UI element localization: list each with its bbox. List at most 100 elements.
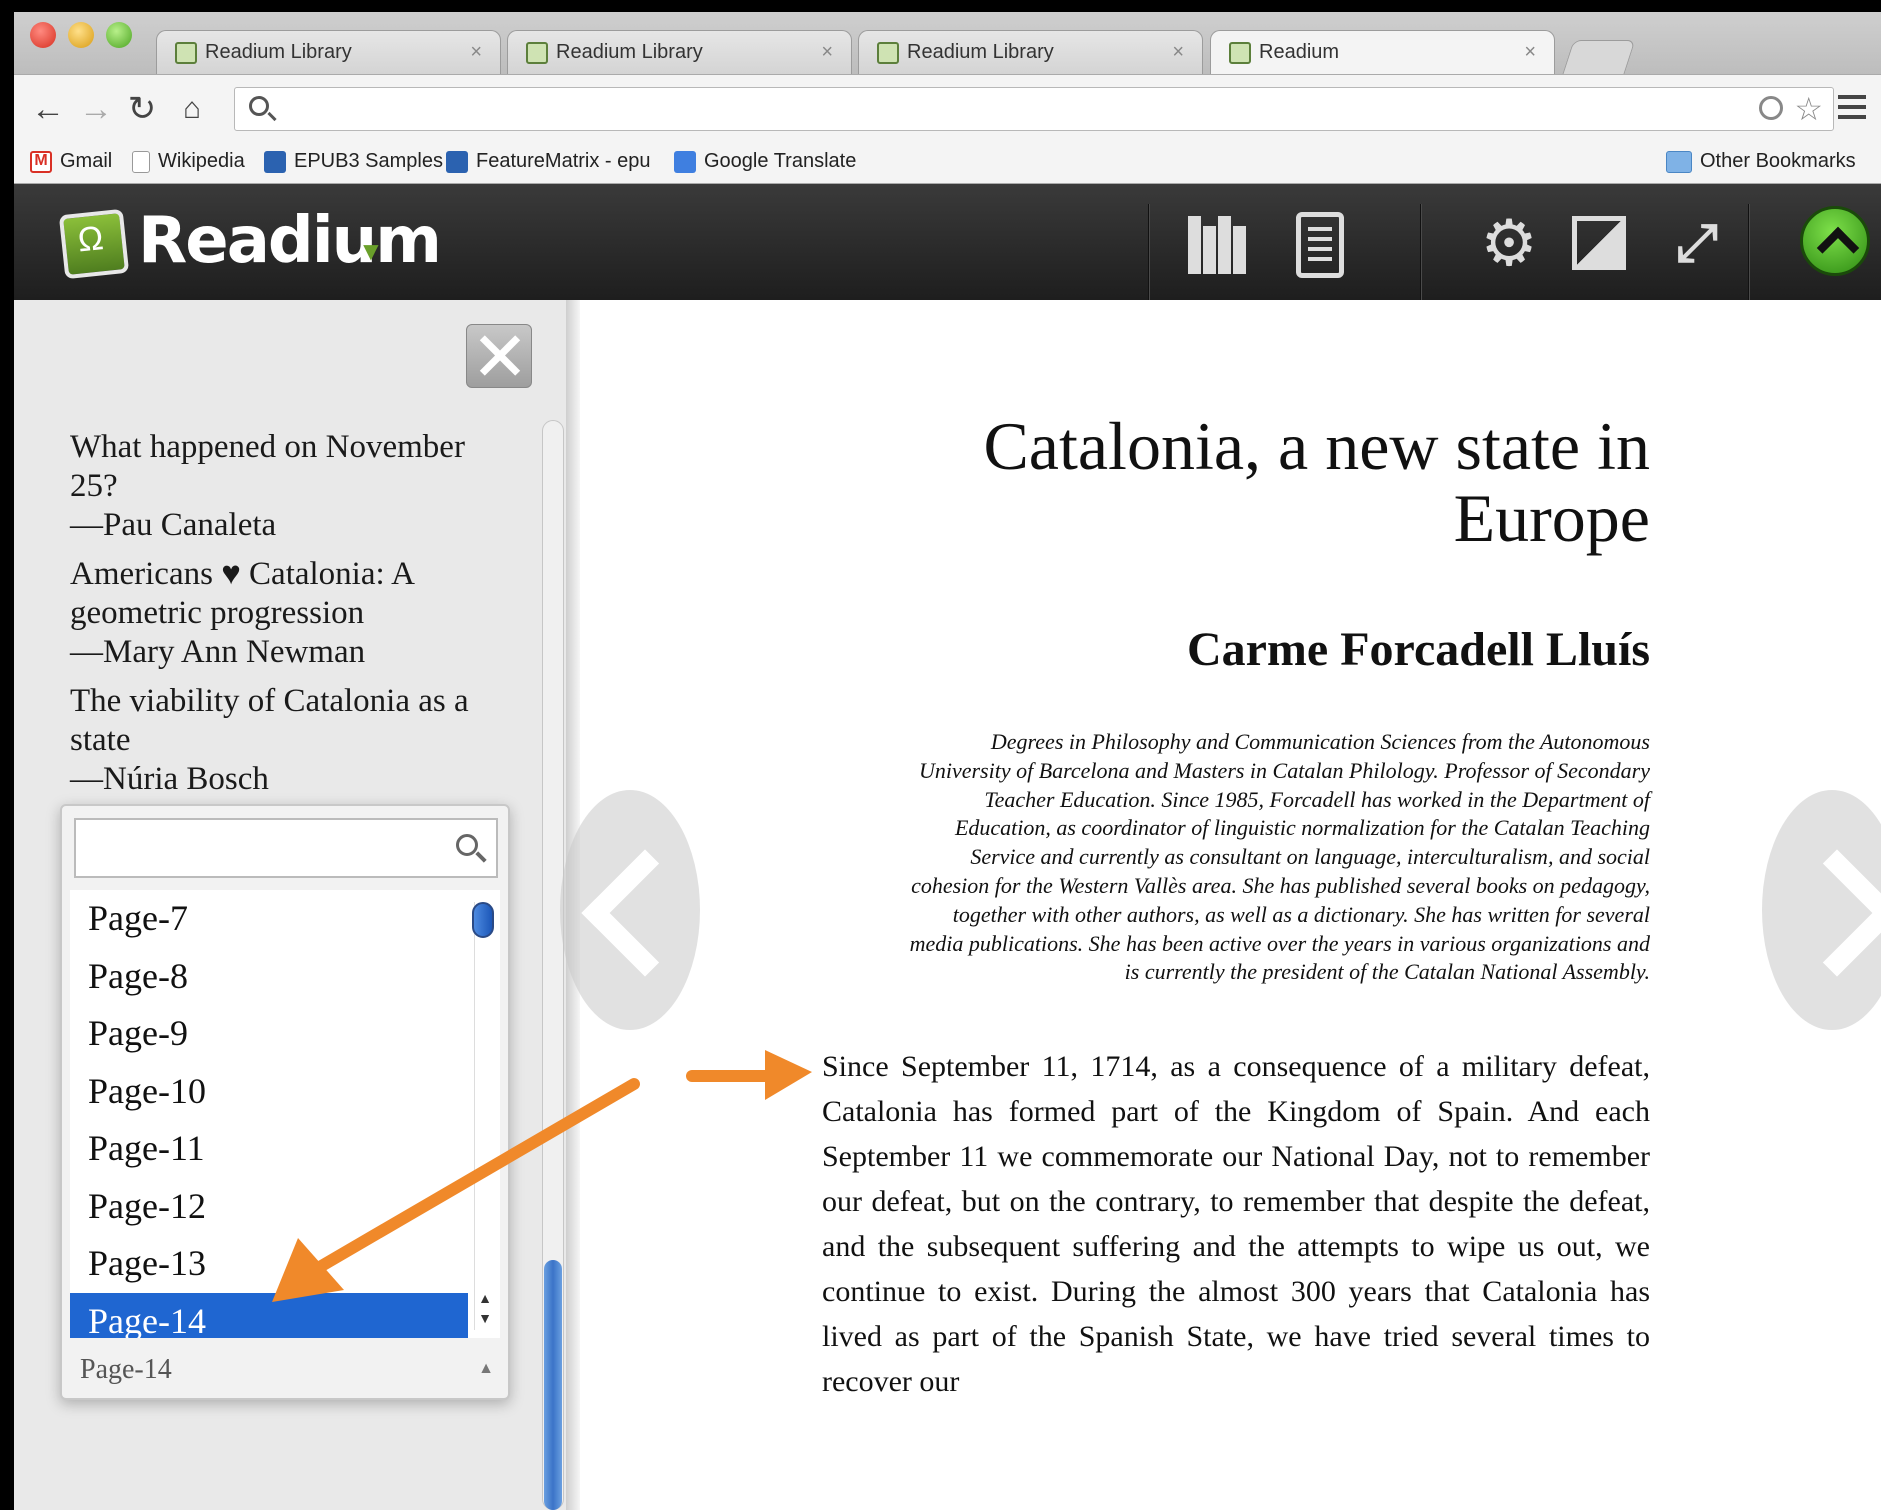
new-tab-button[interactable]	[1562, 40, 1636, 74]
reload-icon[interactable]: ↻	[122, 89, 162, 129]
browser-tab-1[interactable]: Readium Library ×	[156, 30, 501, 74]
folder-icon	[1666, 150, 1692, 173]
readium-favicon	[175, 41, 197, 64]
page-option[interactable]: Page-11	[70, 1120, 468, 1178]
readium-favicon	[877, 41, 899, 64]
page-option[interactable]: Page-10	[70, 1063, 468, 1121]
bookmark-gmail[interactable]: M Gmail	[30, 150, 112, 173]
toc-item-author: —Mary Ann Newman	[70, 634, 366, 670]
previous-page-button[interactable]	[560, 790, 700, 1030]
library-icon[interactable]	[1188, 212, 1250, 274]
bookmark-epub3-samples[interactable]: EPUB3 Samples	[264, 150, 443, 173]
readium-favicon	[526, 41, 548, 64]
chapter-body-text: Since September 11, 1714, as a consequen…	[822, 1050, 1650, 1398]
search-icon	[456, 834, 478, 856]
contrast-icon[interactable]	[1572, 216, 1626, 270]
tab-title: Readium Library	[907, 41, 1054, 63]
home-icon[interactable]: ⌂	[172, 89, 212, 129]
tab-close-icon[interactable]: ×	[470, 41, 482, 64]
other-bookmarks[interactable]: Other Bookmarks	[1666, 150, 1856, 173]
back-arrow-icon[interactable]: ←	[28, 89, 68, 129]
table-of-contents-icon[interactable]	[1296, 212, 1344, 278]
page-option[interactable]: Page-12	[70, 1178, 468, 1236]
next-page-button[interactable]	[1762, 790, 1881, 1030]
reading-pane: Catalonia, a new state in Europe Carme F…	[560, 300, 1881, 1510]
search-icon	[249, 96, 269, 116]
toc-item-title[interactable]: The viability of Catalonia as a state	[70, 683, 469, 758]
bookmark-google-translate[interactable]: Google Translate	[674, 150, 856, 173]
window-close-button[interactable]	[30, 22, 56, 48]
forward-arrow-icon[interactable]: →	[76, 89, 116, 129]
toc-list: What happened on November 25? —Pau Canal…	[70, 428, 510, 809]
toc-item-author: —Pau Canaleta	[70, 507, 277, 543]
browser-menu-icon[interactable]	[1838, 95, 1866, 119]
app-name: Readium	[138, 204, 442, 278]
house-icon	[264, 150, 286, 173]
toc-item-title[interactable]: What happened on November 25?	[70, 429, 465, 504]
bookmark-label: Gmail	[60, 150, 113, 172]
readium-logo-icon	[58, 208, 130, 280]
browser-tab-2[interactable]: Readium Library ×	[507, 30, 852, 74]
chapter-author: Carme Forcadell Lluís	[1186, 623, 1650, 676]
tab-title: Readium	[1259, 41, 1340, 63]
page-list-scrollbar-thumb[interactable]	[472, 902, 494, 938]
page-options-list: Page-7 Page-8 Page-9 Page-10 Page-11 Pag…	[70, 890, 500, 1338]
readium-favicon	[1229, 41, 1251, 64]
tab-title: Readium Library	[556, 41, 703, 63]
page-option[interactable]: Page-7	[70, 890, 468, 948]
window-zoom-button[interactable]	[106, 22, 132, 48]
tab-title: Readium Library	[205, 41, 352, 63]
sidebar-scrollbar-thumb[interactable]	[544, 1260, 562, 1510]
toc-item-author: —Núria Bosch	[70, 761, 269, 797]
page-search-input[interactable]	[76, 820, 436, 874]
bookmarks-bar: M Gmail Wikipedia EPUB3 Samples FeatureM…	[14, 144, 1881, 184]
scroll-up-icon[interactable]	[1800, 206, 1870, 276]
window-minimize-button[interactable]	[68, 22, 94, 48]
toolbar-divider	[1748, 204, 1750, 300]
chapter-title-line: Europe	[1453, 480, 1650, 556]
zoom-icon[interactable]	[1759, 96, 1783, 120]
toc-item[interactable]: Americans ♥ Catalonia: A geometric progr…	[70, 555, 510, 672]
page-option-selected[interactable]: Page-14	[70, 1292, 468, 1338]
chevron-up-icon[interactable]: ▲	[478, 1360, 494, 1378]
scroll-down-arrow-icon[interactable]: ▼	[478, 1310, 492, 1326]
bookmark-label: Wikipedia	[158, 150, 245, 172]
chapter-title: Catalonia, a new state in Europe	[910, 410, 1650, 554]
page-list-scrollbar-track[interactable]	[474, 902, 492, 1330]
toc-item[interactable]: The viability of Catalonia as a state —N…	[70, 682, 510, 799]
page-icon	[132, 150, 150, 173]
translate-icon	[674, 150, 696, 173]
tab-close-icon[interactable]: ×	[1172, 41, 1184, 64]
scroll-up-arrow-icon[interactable]: ▲	[478, 1290, 492, 1306]
toolbar-divider	[1148, 204, 1150, 300]
page-select-current-value[interactable]: Page-14	[80, 1354, 172, 1386]
toc-item[interactable]: What happened on November 25? —Pau Canal…	[70, 428, 510, 545]
chapter-title-line: Catalonia, a new state in	[983, 408, 1650, 484]
page-option[interactable]: Page-13	[70, 1235, 468, 1293]
close-sidebar-icon[interactable]	[466, 324, 532, 388]
app-menu-caret-icon[interactable]: ▼	[358, 236, 384, 267]
browser-tab-3[interactable]: Readium Library ×	[858, 30, 1203, 74]
bookmark-label: Other Bookmarks	[1700, 150, 1856, 172]
fullscreen-icon[interactable]: ⤢	[1666, 212, 1728, 274]
address-bar[interactable]: ☆	[234, 87, 1834, 131]
settings-gear-icon[interactable]: ⚙	[1478, 211, 1540, 275]
bookmark-label: EPUB3 Samples	[294, 150, 443, 172]
tab-close-icon[interactable]: ×	[821, 41, 833, 64]
bookmark-featurematrix[interactable]: FeatureMatrix - epu	[446, 150, 651, 173]
browser-toolbar: ← → ↻ ⌂ ☆	[14, 74, 1881, 144]
page-search-field[interactable]	[74, 818, 498, 878]
page-option[interactable]: Page-8	[70, 948, 468, 1006]
page-select-dropdown: Page-7 Page-8 Page-9 Page-10 Page-11 Pag…	[60, 804, 510, 1400]
page-option[interactable]: Page-9	[70, 1005, 468, 1063]
tab-close-icon[interactable]: ×	[1524, 41, 1536, 64]
bookmark-wikipedia[interactable]: Wikipedia	[132, 150, 245, 173]
browser-tab-4-active[interactable]: Readium ×	[1210, 30, 1555, 74]
toolbar-divider	[1420, 204, 1422, 300]
bookmark-label: FeatureMatrix - epu	[476, 150, 651, 172]
toc-item-title[interactable]: Americans ♥ Catalonia: A geometric progr…	[70, 556, 413, 631]
bookmark-star-icon[interactable]: ☆	[1794, 90, 1823, 128]
house-icon	[446, 150, 468, 173]
author-bio: Degrees in Philosophy and Communication …	[909, 729, 1650, 985]
bookmark-label: Google Translate	[704, 150, 857, 172]
